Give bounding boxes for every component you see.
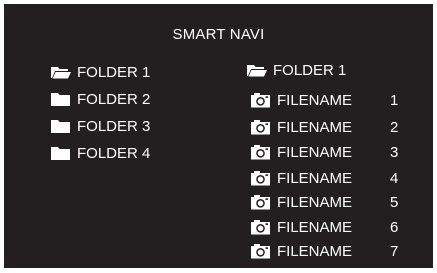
file-label: FILENAME	[277, 143, 353, 161]
folder-icon	[50, 145, 72, 161]
folder-icon	[50, 118, 72, 134]
file-number: 1	[390, 92, 399, 109]
current-folder[interactable]: FOLDER 1	[246, 60, 346, 80]
file-item-2[interactable]: FILENAME	[250, 117, 352, 137]
camera-icon	[250, 144, 272, 160]
camera-icon	[250, 194, 272, 210]
file-label: FILENAME	[277, 118, 353, 136]
smart-navi-screen: SMART NAVI FOLDER 1 FOLDER 2 FOLDER 3 FO…	[4, 4, 433, 268]
file-item-1[interactable]: FILENAME	[250, 90, 430, 110]
file-item-5[interactable]: FILENAME	[250, 192, 352, 212]
file-item-7[interactable]: FILENAME	[250, 241, 352, 261]
file-label: FILENAME	[277, 242, 353, 260]
screen-title: SMART NAVI	[172, 26, 265, 43]
folder-label: FOLDER 2	[77, 90, 151, 108]
file-number: 7	[390, 243, 399, 260]
camera-icon	[250, 170, 272, 186]
file-number: 4	[390, 170, 399, 187]
folder-open-icon	[246, 62, 268, 78]
camera-icon	[250, 243, 272, 259]
file-label: FILENAME	[277, 193, 353, 211]
camera-icon	[250, 119, 272, 135]
folder-item-2[interactable]: FOLDER 2	[50, 89, 150, 109]
file-item-3[interactable]: FILENAME	[250, 142, 352, 162]
file-label: FILENAME	[277, 218, 353, 236]
folder-label: FOLDER 1	[77, 63, 151, 81]
folder-label: FOLDER 4	[77, 144, 151, 162]
file-number: 6	[390, 219, 399, 236]
file-item-4[interactable]: FILENAME	[250, 168, 352, 188]
file-label: FILENAME	[277, 169, 353, 187]
folder-item-3[interactable]: FOLDER 3	[50, 116, 150, 136]
folder-open-icon	[50, 64, 72, 80]
camera-icon	[250, 92, 272, 108]
current-folder-label: FOLDER 1	[273, 61, 347, 79]
file-number: 5	[390, 194, 399, 211]
folder-item-1[interactable]: FOLDER 1	[50, 62, 150, 82]
file-label: FILENAME	[277, 91, 353, 109]
folder-item-4[interactable]: FOLDER 4	[50, 143, 150, 163]
file-number: 3	[390, 144, 399, 161]
file-item-6[interactable]: FILENAME	[250, 217, 352, 237]
camera-icon	[250, 219, 272, 235]
folder-label: FOLDER 3	[77, 117, 151, 135]
folder-icon	[50, 91, 72, 107]
file-number: 2	[390, 119, 399, 136]
